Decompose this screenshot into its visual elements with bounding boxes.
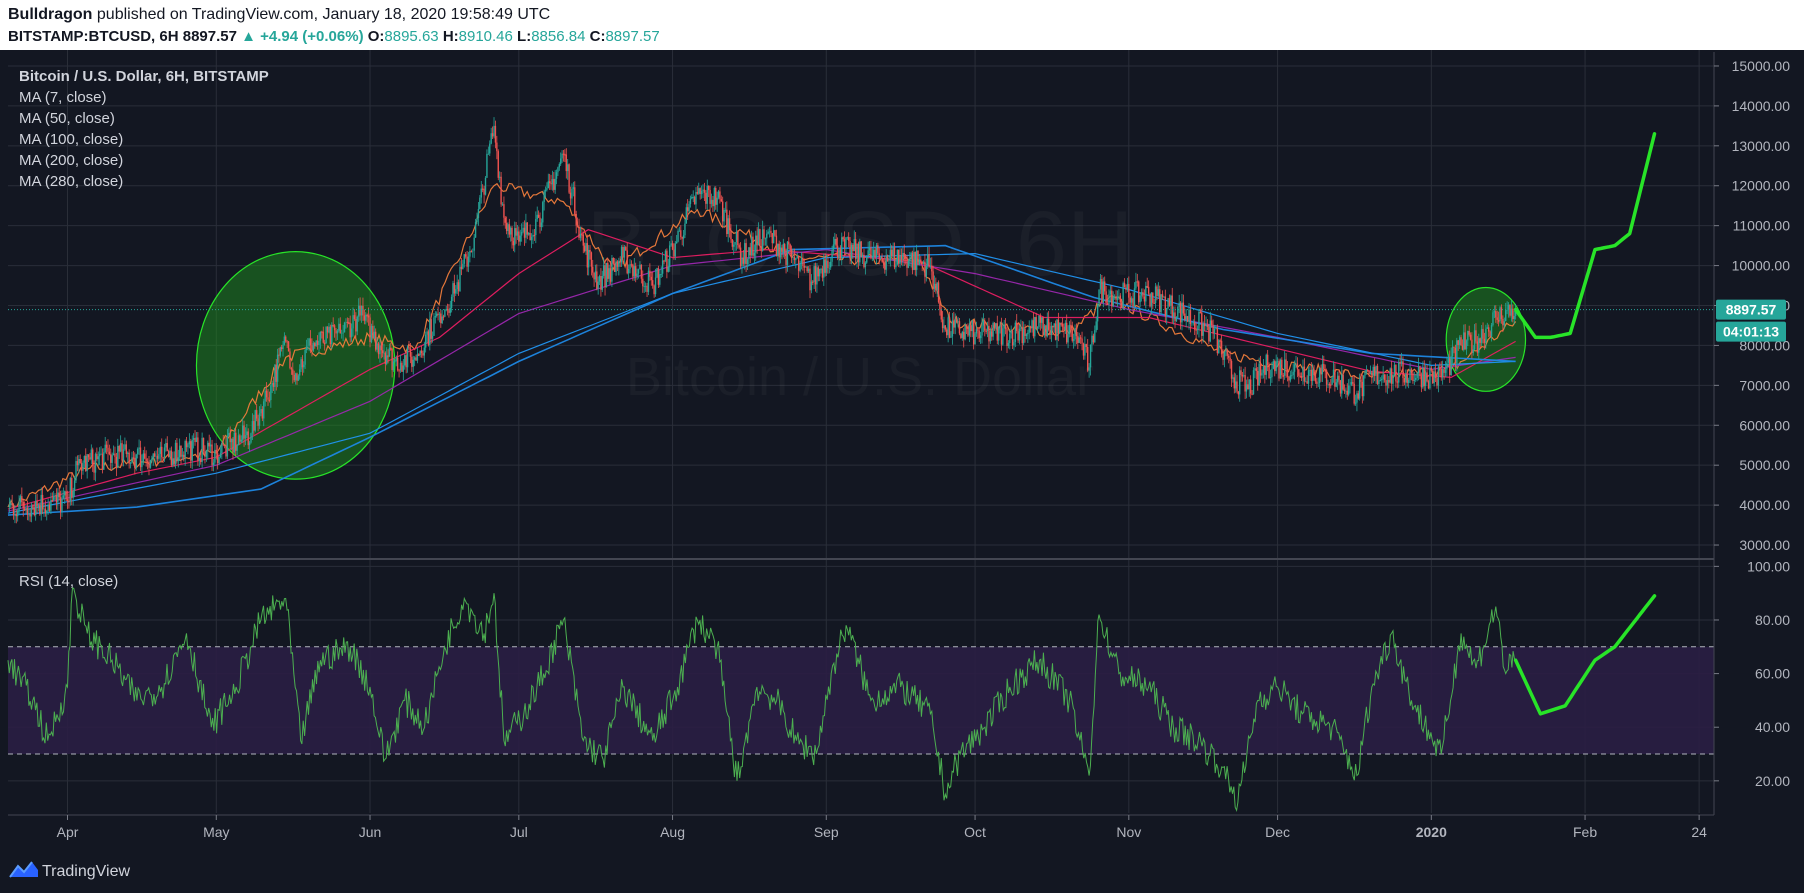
price-tick-label: 13000.00	[1732, 138, 1791, 154]
price-tick-label: 5000.00	[1739, 457, 1790, 473]
price-tick-label: 4000.00	[1739, 497, 1790, 513]
countdown-badge: 04:01:13	[1716, 321, 1786, 342]
time-tick-label: Oct	[964, 824, 986, 840]
last-price-badge: 8897.57	[1716, 299, 1786, 320]
legend-ma50[interactable]: MA (50, close)	[19, 110, 115, 127]
time-tick-label: Sep	[814, 824, 839, 840]
rsi-tick-label: 80.00	[1755, 612, 1790, 628]
time-tick-label: 2020	[1416, 824, 1447, 840]
price-tick-label: 12000.00	[1732, 178, 1791, 194]
time-tick-label: Dec	[1265, 824, 1290, 840]
countdown-badge-text: 04:01:13	[1723, 324, 1779, 340]
time-tick-label: Apr	[57, 824, 79, 840]
time-tick-label: Nov	[1116, 824, 1141, 840]
price-tick-label: 3000.00	[1739, 537, 1790, 553]
time-tick-label: May	[203, 824, 229, 840]
legend-ma7[interactable]: MA (7, close)	[19, 89, 107, 106]
legend-ma100[interactable]: MA (100, close)	[19, 131, 123, 148]
watermark-name: Bitcoin / U.S. Dollar	[626, 347, 1094, 407]
rsi-legend[interactable]: RSI (14, close)	[19, 573, 118, 590]
rsi-tick-label: 100.00	[1747, 558, 1790, 574]
legend-ma280[interactable]: MA (280, close)	[19, 173, 123, 190]
time-tick-label: Jun	[359, 824, 382, 840]
rsi-tick-label: 40.00	[1755, 719, 1790, 735]
rsi-tick-label: 20.00	[1755, 773, 1790, 789]
rsi-tick-label: 60.00	[1755, 666, 1790, 682]
time-tick-label: 24	[1691, 824, 1707, 840]
price-tick-label: 14000.00	[1732, 98, 1791, 114]
time-tick-label: Jul	[510, 824, 528, 840]
legend-ma200[interactable]: MA (200, close)	[19, 152, 123, 169]
price-tick-label: 7000.00	[1739, 377, 1790, 393]
time-tick-label: Feb	[1573, 824, 1597, 840]
price-tick-label: 11000.00	[1733, 218, 1791, 234]
last-price-badge-text: 8897.57	[1726, 302, 1777, 318]
chart-canvas[interactable]: BTCUSD, 6H Bitcoin / U.S. Dollar 15000.0…	[0, 0, 1804, 893]
tradingview-brand-text: TradingView	[42, 863, 130, 880]
legend-symbol[interactable]: Bitcoin / U.S. Dollar, 6H, BITSTAMP	[19, 68, 269, 85]
price-tick-label: 10000.00	[1732, 258, 1791, 274]
price-tick-label: 6000.00	[1739, 417, 1790, 433]
price-tick-label: 15000.00	[1732, 58, 1791, 74]
time-tick-label: Aug	[660, 824, 685, 840]
